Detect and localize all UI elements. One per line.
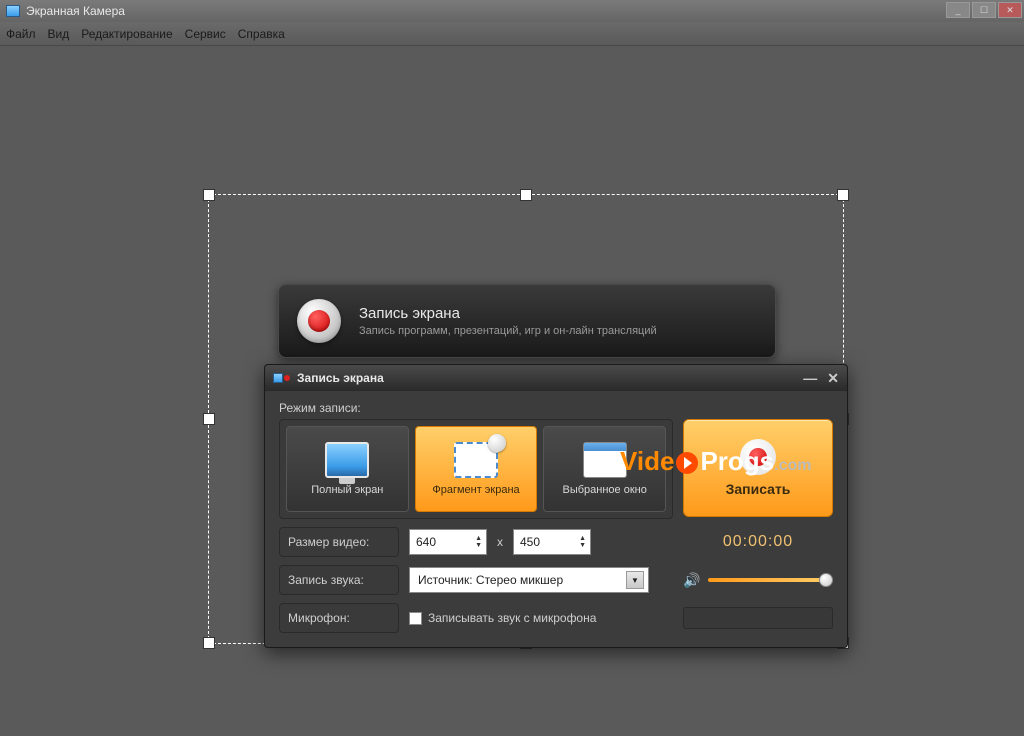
dialog-titlebar[interactable]: Запись экрана — ✕ [265,365,847,391]
banner-title: Запись экрана [359,305,657,322]
banner-subtitle: Запись программ, презентаций, игр и он-л… [359,325,657,337]
maximize-button[interactable]: ☐ [972,2,996,18]
resize-handle-n[interactable] [520,189,532,201]
menu-bar: Файл Вид Редактирование Сервис Справка [0,22,1024,46]
resize-handle-sw[interactable] [203,637,215,649]
close-button[interactable]: ✕ [998,2,1022,18]
width-input[interactable]: 640 ▲▼ [409,529,487,555]
audio-label: Запись звука: [279,565,399,595]
menu-view[interactable]: Вид [48,27,70,41]
width-value: 640 [416,535,436,549]
spinner-arrows-icon[interactable]: ▲▼ [475,535,482,549]
record-button-label: Записать [726,481,791,497]
menu-file[interactable]: Файл [6,27,36,41]
chevron-down-icon[interactable]: ▼ [626,571,644,589]
record-dot-icon [740,439,776,475]
mode-label: Режим записи: [279,401,833,415]
minimize-button[interactable]: _ [946,2,970,18]
audio-source-select[interactable]: Источник: Стерео микшер ▼ [409,567,649,593]
volume-slider[interactable] [708,578,833,582]
mode-fragment-label: Фрагмент экрана [432,484,519,496]
workspace: Запись экрана Запись программ, презентац… [0,46,1024,736]
dialog-minimize-button[interactable]: — [803,370,817,387]
mic-record-checkbox[interactable] [409,612,422,625]
slider-thumb[interactable] [819,573,833,587]
menu-service[interactable]: Сервис [185,27,226,41]
menu-help[interactable]: Справка [238,27,285,41]
mode-fullscreen[interactable]: Полный экран [286,426,409,512]
record-icon [297,299,341,343]
mic-level-meter [683,607,833,629]
size-separator: x [497,535,503,549]
window-titlebar: Экранная Камера _ ☐ ✕ [0,0,1024,22]
mode-fragment[interactable]: Фрагмент экрана [415,426,538,512]
window-title: Экранная Камера [26,4,125,18]
mic-checkbox-label: Записывать звук с микрофона [428,611,596,625]
fragment-icon [454,442,498,478]
spinner-arrows-icon[interactable]: ▲▼ [579,535,586,549]
timer-display: 00:00:00 [683,533,833,551]
volume-icon: 🔊 [683,572,700,589]
mode-window[interactable]: Выбранное окно [543,426,666,512]
resize-handle-ne[interactable] [837,189,849,201]
record-banner: Запись экрана Запись программ, презентац… [278,284,776,358]
height-input[interactable]: 450 ▲▼ [513,529,591,555]
resize-handle-w[interactable] [203,413,215,425]
dialog-icon [273,371,291,385]
mode-group: Полный экран Фрагмент экрана Выбранное о… [279,419,673,519]
mic-label: Микрофон: [279,603,399,633]
mode-window-label: Выбранное окно [563,484,647,496]
window-icon [583,442,627,478]
record-button[interactable]: Записать [683,419,833,517]
dialog-title: Запись экрана [297,371,384,385]
mode-fullscreen-label: Полный экран [311,484,383,496]
menu-edit[interactable]: Редактирование [81,27,172,41]
resize-handle-nw[interactable] [203,189,215,201]
app-icon [6,5,20,17]
dialog-close-button[interactable]: ✕ [827,370,839,387]
size-label: Размер видео: [279,527,399,557]
record-dialog: Запись экрана — ✕ Режим записи: Полный э… [264,364,848,648]
audio-source-value: Источник: Стерео микшер [418,573,563,587]
height-value: 450 [520,535,540,549]
monitor-icon [325,442,369,478]
